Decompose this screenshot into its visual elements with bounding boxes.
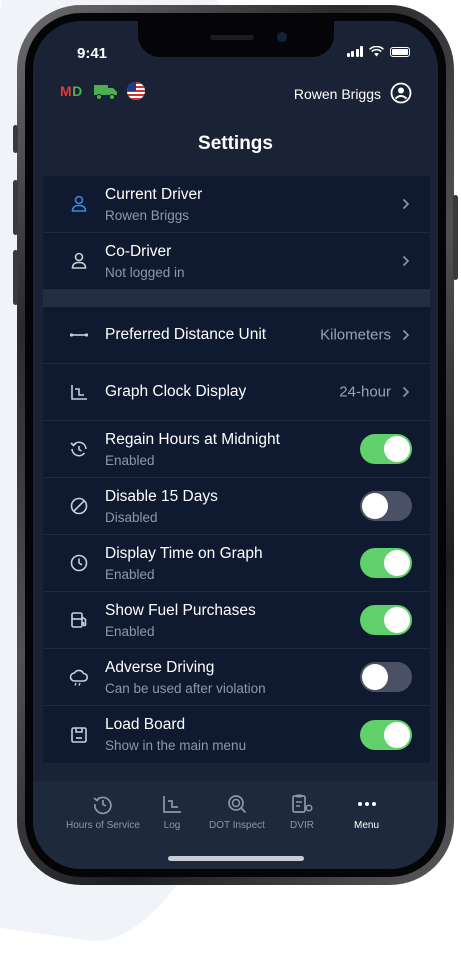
us-flag-icon[interactable]	[127, 82, 145, 100]
status-time: 9:41	[77, 45, 108, 62]
clock-icon	[70, 554, 88, 572]
disable-15-days-status: Disabled	[105, 510, 158, 525]
fuel-icon	[71, 612, 87, 628]
graph-clock-row[interactable]: Graph Clock Display 24-hour	[43, 364, 430, 421]
mute-switch	[13, 125, 18, 153]
tab-log[interactable]: Log	[161, 793, 183, 831]
graph-icon	[71, 385, 87, 400]
fuel-purchases-status: Enabled	[105, 624, 155, 639]
toggle-knob	[384, 607, 410, 633]
tab-dvir[interactable]: DVIR	[290, 793, 314, 831]
co-driver-label: Co-Driver	[105, 243, 172, 260]
disable-15-days-toggle[interactable]	[360, 491, 412, 521]
regain-hours-icon	[70, 441, 87, 457]
toggle-knob	[384, 721, 410, 748]
load-board-toggle[interactable]	[360, 719, 412, 750]
power-button	[453, 195, 458, 280]
top-header: MD Rowen Briggs	[33, 79, 438, 107]
account-icon[interactable]	[390, 82, 412, 104]
load-board-label: Load Board	[105, 716, 186, 733]
regain-hours-label: Regain Hours at Midnight	[105, 431, 280, 448]
tab-hours-of-service[interactable]: Hours of Service	[66, 793, 140, 831]
user-icon	[71, 195, 87, 212]
fuel-purchases-row: Show Fuel Purchases Enabled	[43, 592, 430, 649]
settings-list: Current Driver Rowen Briggs Co-Driver No…	[43, 176, 430, 763]
volume-up-button	[13, 180, 18, 235]
menu-dots-icon	[357, 802, 376, 806]
load-board-row: Load Board Show in the main menu	[43, 706, 430, 763]
chevron-right-icon	[402, 255, 410, 267]
load-board-icon	[71, 726, 87, 743]
current-driver-row[interactable]: Current Driver Rowen Briggs	[43, 176, 430, 233]
toggle-knob	[362, 493, 388, 519]
adverse-weather-icon	[69, 669, 89, 686]
home-indicator[interactable]	[168, 856, 304, 861]
fuel-purchases-label: Show Fuel Purchases	[105, 602, 256, 619]
dvir-icon	[292, 794, 313, 813]
adverse-driving-label: Adverse Driving	[105, 659, 215, 676]
section-divider	[43, 290, 430, 307]
wifi-icon	[369, 46, 384, 57]
adverse-driving-status: Can be used after violation	[105, 681, 266, 696]
display-time-graph-label: Display Time on Graph	[105, 545, 263, 562]
toggle-knob	[384, 436, 410, 462]
tab-menu[interactable]: Menu	[354, 793, 379, 831]
front-camera	[277, 32, 287, 42]
dot-inspect-icon	[228, 795, 247, 814]
distance-unit-value: Kilometers	[320, 326, 391, 344]
chevron-right-icon	[402, 329, 410, 341]
toggle-knob	[362, 664, 388, 690]
display-time-graph-status: Enabled	[105, 567, 155, 582]
speaker	[210, 35, 254, 40]
toggle-knob	[384, 550, 410, 576]
tab-label: DVIR	[290, 820, 314, 831]
app-screen: 9:41 MD Rowen Briggs Settings Current Dr…	[33, 21, 438, 869]
display-time-graph-toggle[interactable]	[360, 548, 412, 578]
tab-dot-inspect[interactable]: DOT Inspect	[209, 793, 265, 831]
distance-unit-row[interactable]: Preferred Distance Unit Kilometers	[43, 307, 430, 364]
hours-icon	[93, 796, 112, 815]
disable-15-days-label: Disable 15 Days	[105, 488, 218, 505]
load-board-status: Show in the main menu	[105, 738, 247, 753]
regain-hours-toggle[interactable]	[360, 434, 412, 464]
page-title: Settings	[198, 133, 273, 154]
md-badge-d: D	[72, 83, 83, 99]
log-icon	[163, 796, 181, 813]
status-icons	[346, 46, 410, 57]
volume-down-button	[13, 250, 18, 305]
graph-clock-label: Graph Clock Display	[105, 383, 247, 400]
tab-label: Hours of Service	[66, 820, 140, 831]
chevron-right-icon	[402, 386, 410, 398]
signal-icon	[346, 46, 363, 57]
adverse-driving-toggle[interactable]	[360, 662, 412, 692]
disable-15-days-row: Disable 15 Days Disabled	[43, 478, 430, 535]
co-driver-status: Not logged in	[105, 265, 185, 280]
notch	[138, 21, 334, 57]
regain-hours-row: Regain Hours at Midnight Enabled	[43, 421, 430, 478]
tab-label: DOT Inspect	[209, 820, 265, 831]
display-time-graph-row: Display Time on Graph Enabled	[43, 535, 430, 592]
chevron-right-icon	[402, 198, 410, 210]
current-driver-label: Current Driver	[105, 186, 203, 203]
user-outline-icon	[71, 252, 87, 269]
co-driver-row[interactable]: Co-Driver Not logged in	[43, 233, 430, 290]
user-name[interactable]: Rowen Briggs	[294, 86, 381, 102]
md-badge: MD	[60, 83, 83, 99]
distance-unit-label: Preferred Distance Unit	[105, 326, 267, 343]
tab-label: Log	[163, 820, 181, 831]
current-driver-name: Rowen Briggs	[105, 208, 190, 223]
disable-icon	[70, 497, 88, 515]
battery-icon	[390, 46, 410, 57]
graph-clock-value: 24-hour	[339, 383, 391, 401]
adverse-driving-row: Adverse Driving Can be used after violat…	[43, 649, 430, 706]
truck-icon[interactable]	[94, 84, 118, 100]
fuel-purchases-toggle[interactable]	[360, 605, 412, 635]
regain-hours-status: Enabled	[105, 453, 155, 468]
distance-icon	[69, 333, 89, 337]
tab-label: Menu	[354, 820, 380, 831]
md-badge-m: M	[60, 83, 73, 99]
